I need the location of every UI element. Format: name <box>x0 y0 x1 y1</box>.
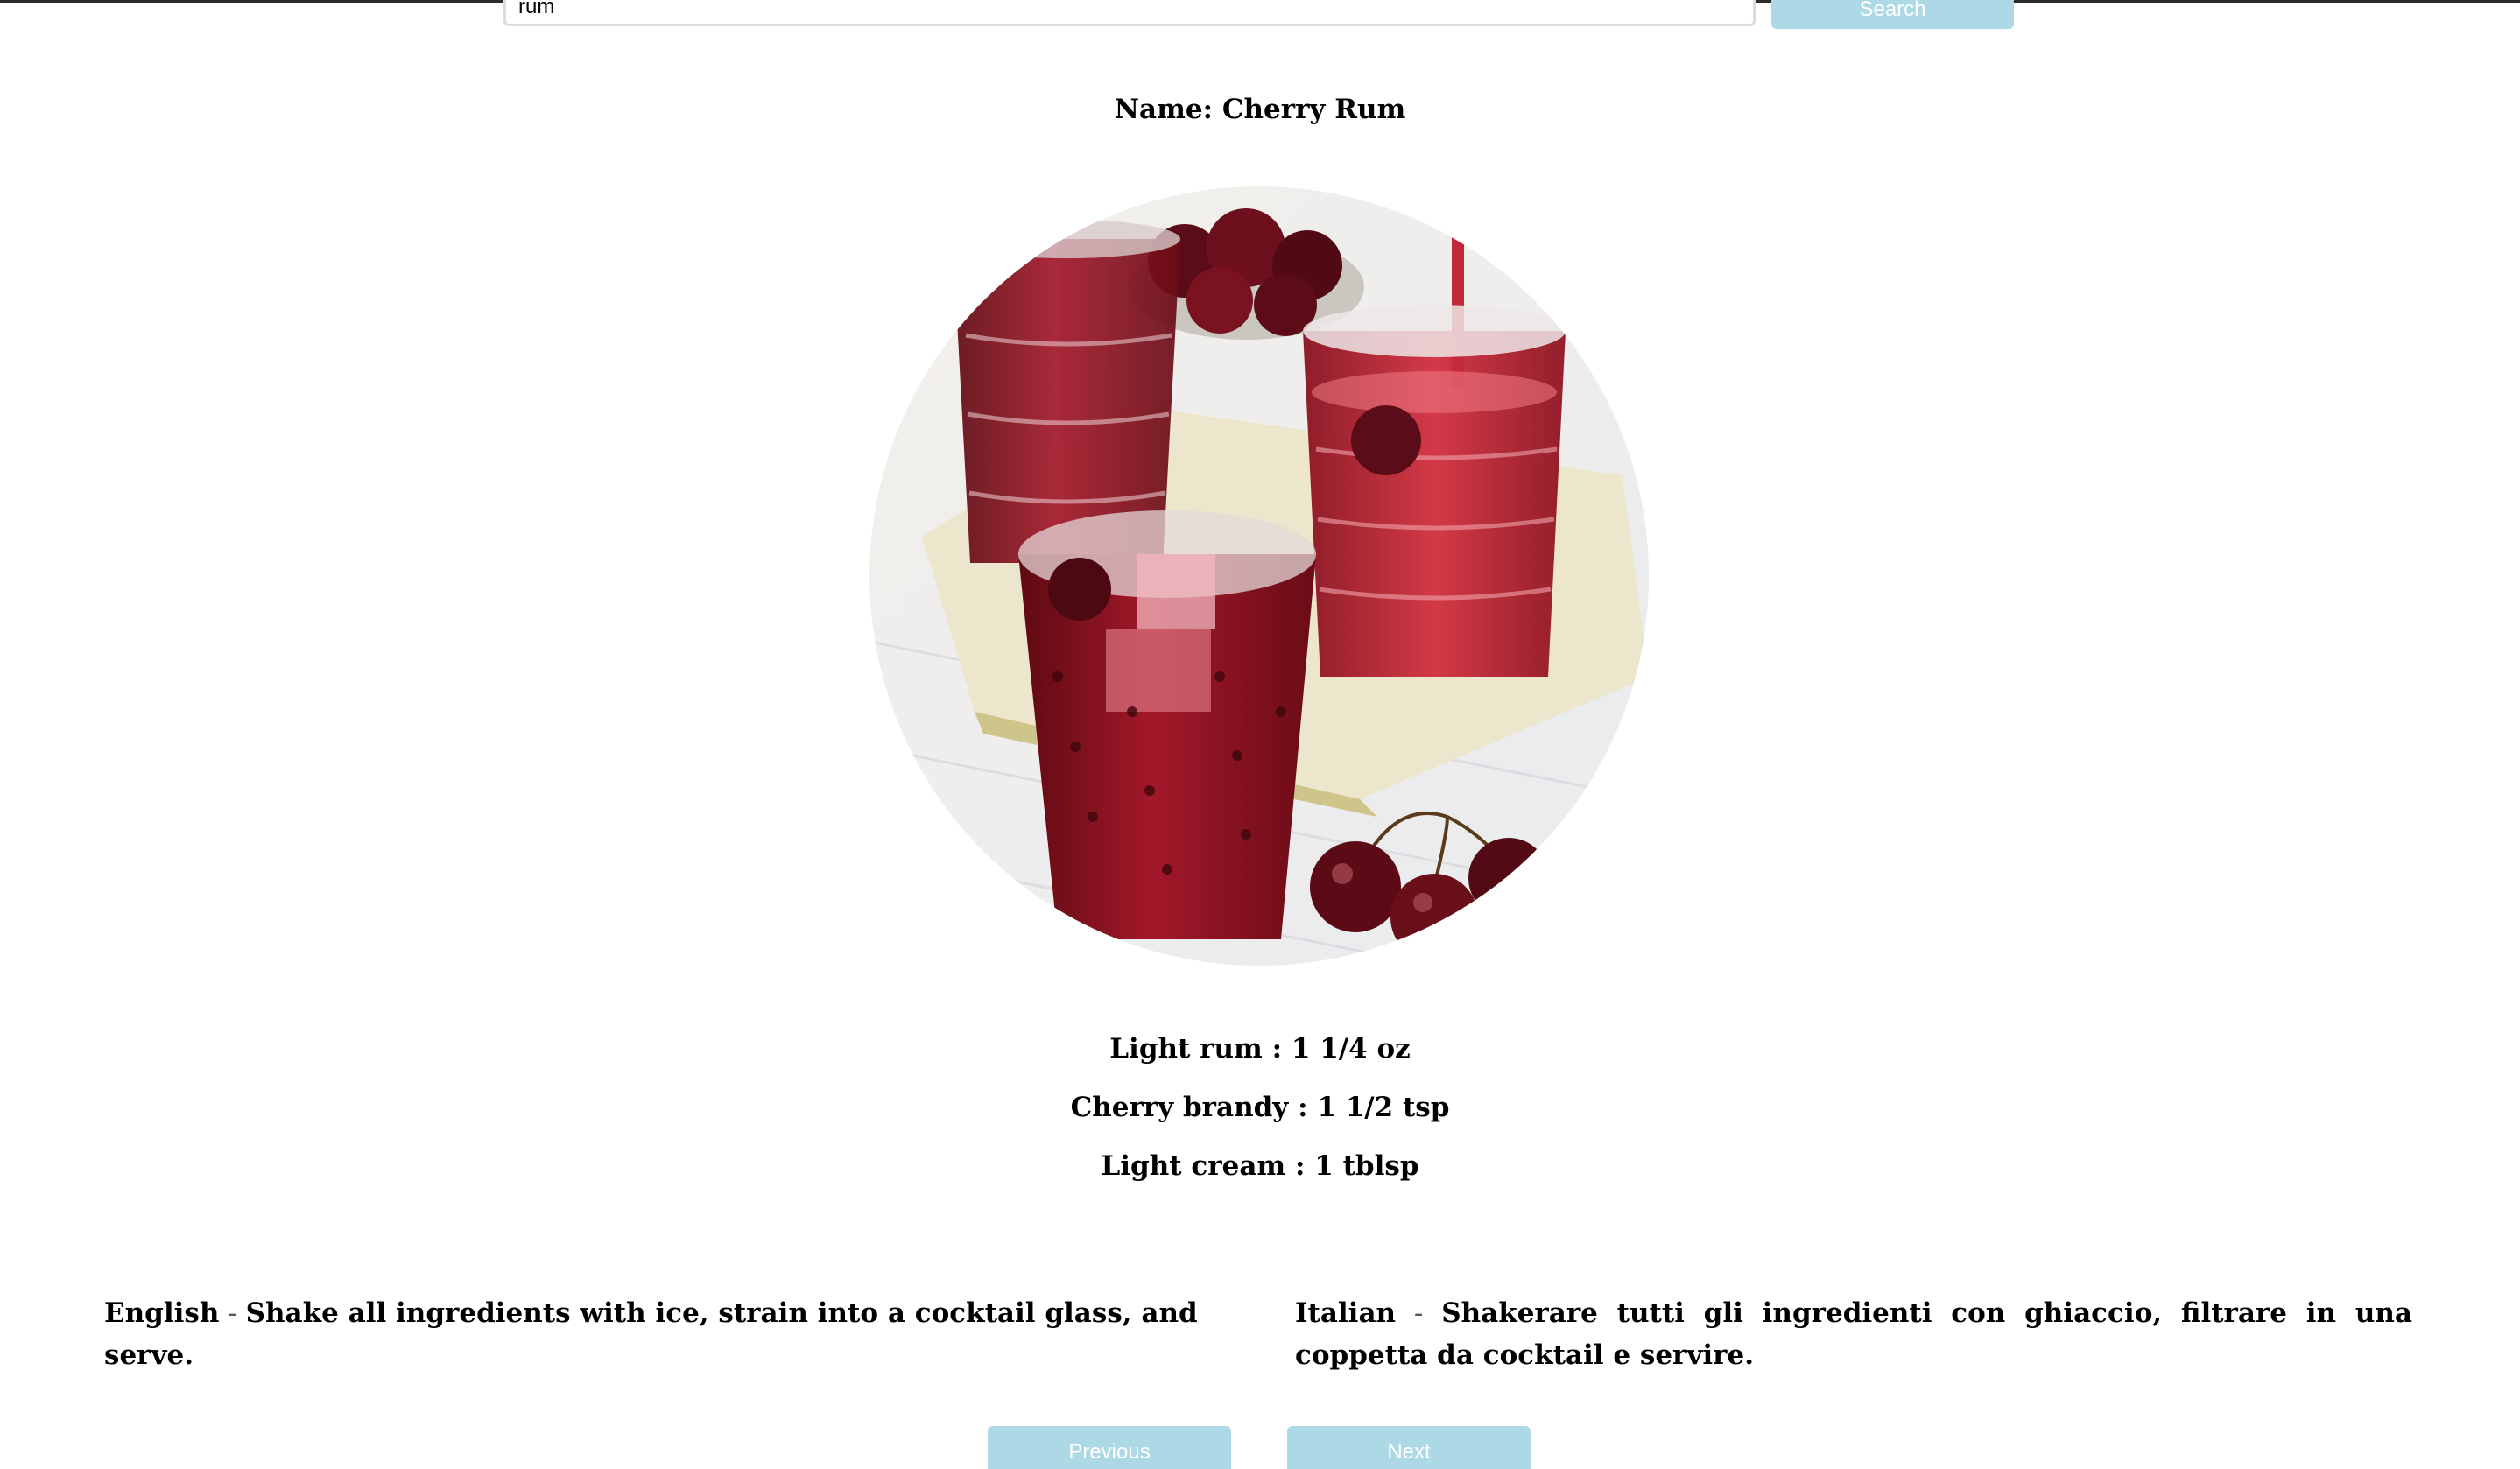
instructions-english: English - Shake all ingredients with ice… <box>104 1292 1225 1376</box>
instructions-italian: Italian - Shakerare tutti gli ingredient… <box>1295 1292 2412 1376</box>
drink-name: Name: Cherry Rum <box>1114 94 1406 125</box>
language-separator: - <box>219 1297 246 1329</box>
next-button[interactable]: Next <box>1287 1426 1531 1469</box>
instructions-italian-label: Italian <box>1295 1297 1397 1329</box>
instructions-english-text: Shake all ingredients with ice, strain i… <box>104 1297 1198 1371</box>
cherry-rum-photo-icon <box>869 186 1649 966</box>
ingredient-item: Light cream : 1 tblsp <box>1101 1150 1419 1182</box>
drink-detail-page: Search Name: Cherry Rum <box>0 0 2520 1469</box>
ingredient-item: Light rum : 1 1/4 oz <box>1109 1033 1411 1065</box>
instructions-italian-text: Shakerare tutti gli ingredienti con ghia… <box>1295 1297 2413 1371</box>
instructions-english-label: English <box>104 1297 220 1329</box>
search-button[interactable]: Search <box>1771 0 2014 29</box>
search-input[interactable] <box>503 0 1756 26</box>
language-separator: - <box>1396 1297 1442 1329</box>
drink-image <box>869 186 1649 966</box>
ingredient-item: Cherry brandy : 1 1/2 tsp <box>1070 1092 1450 1123</box>
ingredient-list: Light rum : 1 1/4 oz Cherry brandy : 1 1… <box>0 1030 2520 1205</box>
previous-button[interactable]: Previous <box>988 1426 1231 1469</box>
